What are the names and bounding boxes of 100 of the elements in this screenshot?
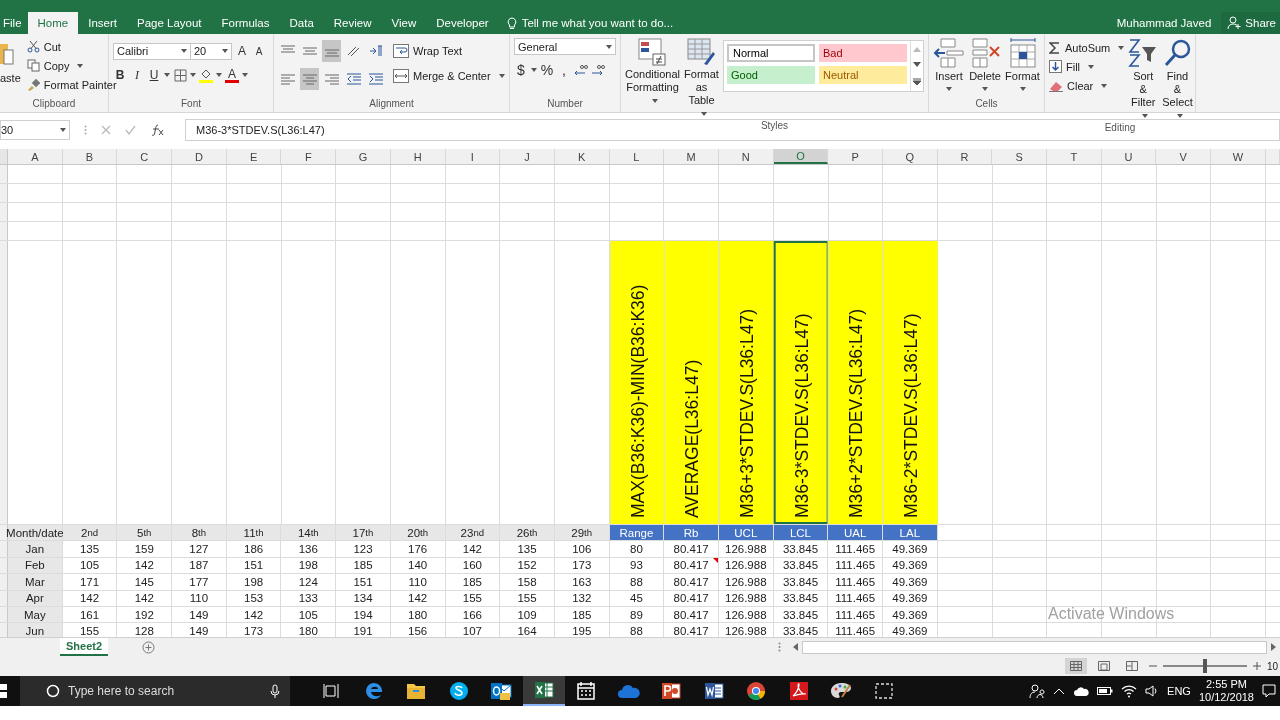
- column-header[interactable]: F: [281, 149, 337, 164]
- row-header[interactable]: [0, 525, 8, 541]
- column-header[interactable]: G: [336, 149, 391, 164]
- column-header[interactable]: N: [718, 149, 774, 164]
- ribbon-tab[interactable]: View: [381, 12, 427, 34]
- delete-cells-button[interactable]: Delete: [969, 38, 1002, 98]
- borders-button[interactable]: [173, 66, 187, 84]
- clock-time[interactable]: 2:55 PM: [1206, 678, 1247, 691]
- ribbon-tab[interactable]: File: [0, 12, 28, 34]
- column-header[interactable]: L: [609, 149, 665, 164]
- formula-cell[interactable]: M36+2*STDEV.S(L36:L47): [828, 241, 883, 524]
- formula-cell[interactable]: MAX(B36:K36)-MIN(B36:K36): [609, 241, 665, 524]
- ribbon-tab[interactable]: Home: [27, 12, 79, 34]
- ribbon-tab[interactable]: Insert: [78, 12, 127, 34]
- cell-style-option[interactable]: Bad: [819, 44, 907, 62]
- battery-icon[interactable]: [1097, 686, 1114, 696]
- merge-center-button[interactable]: Merge & Center: [393, 67, 505, 84]
- pdf-app-icon: [788, 681, 809, 701]
- ribbon-tab[interactable]: Data: [279, 12, 324, 34]
- grow-font-button[interactable]: A: [235, 42, 249, 60]
- ribbon-tab[interactable]: Page Layout: [127, 12, 212, 34]
- column-header[interactable]: P: [828, 149, 883, 164]
- number-format-field[interactable]: General: [514, 38, 616, 55]
- column-header[interactable]: I: [445, 149, 501, 164]
- format-cells-button[interactable]: Format: [1005, 38, 1040, 98]
- splitter-handle-icon[interactable]: [778, 642, 781, 652]
- font-size-field[interactable]: 20: [190, 42, 232, 60]
- scroll-down-icon[interactable]: [913, 62, 921, 68]
- zoom-in-icon[interactable]: [1252, 662, 1261, 670]
- currency-button[interactable]: $: [514, 61, 528, 79]
- normal-view-button[interactable]: [1064, 658, 1087, 674]
- column-header[interactable]: A: [8, 149, 63, 164]
- ribbon-tab[interactable]: Review: [323, 12, 382, 34]
- fill-button[interactable]: Fill: [1049, 58, 1125, 75]
- ribbon-tab[interactable]: Formulas: [211, 12, 280, 34]
- ribbon-tab[interactable]: Developer: [426, 12, 499, 34]
- column-header[interactable]: T: [1047, 149, 1102, 164]
- wrap-text-button[interactable]: Wrap Text: [393, 42, 505, 59]
- cloud-icon[interactable]: [1073, 685, 1090, 697]
- more-icon[interactable]: [913, 78, 921, 86]
- paste-button[interactable]: aste: [0, 38, 21, 98]
- underline-button[interactable]: U: [147, 66, 161, 84]
- column-header[interactable]: E: [226, 149, 282, 164]
- cell-style-option[interactable]: Neutral: [819, 66, 907, 84]
- taskbar-button[interactable]: [522, 676, 565, 706]
- speaker-icon[interactable]: [1145, 684, 1160, 698]
- font-name-field[interactable]: Calibri: [113, 42, 191, 60]
- add-sheet-icon[interactable]: [142, 640, 156, 654]
- formula-cell[interactable]: M36-3*STDEV.S(L36:L47): [773, 241, 829, 524]
- cell-style-option[interactable]: Good: [727, 66, 815, 84]
- microphone-icon[interactable]: [270, 683, 280, 699]
- sort-filter-button[interactable]: Sort & Filter: [1128, 38, 1159, 122]
- column-header[interactable]: K: [554, 149, 610, 164]
- column-header[interactable]: R: [937, 149, 993, 164]
- italic-button[interactable]: I: [130, 66, 144, 84]
- name-box[interactable]: 30: [0, 120, 70, 140]
- column-header[interactable]: M: [664, 149, 719, 164]
- language-indicator[interactable]: ENG: [1167, 685, 1191, 697]
- find-select-button[interactable]: Find & Select: [1162, 38, 1193, 122]
- column-header[interactable]: W: [1211, 149, 1266, 164]
- column-header[interactable]: D: [172, 149, 227, 164]
- check-icon[interactable]: [125, 125, 136, 135]
- scroll-left-icon[interactable]: [792, 643, 798, 651]
- wifi-icon[interactable]: [1121, 684, 1138, 698]
- formula-cell[interactable]: M36-2*STDEV.S(L36:L47): [883, 241, 938, 524]
- column-header[interactable]: S: [992, 149, 1048, 164]
- user-name[interactable]: Muhammad Javed: [1116, 17, 1212, 29]
- tell-me-search[interactable]: Tell me what you want to do...: [506, 12, 674, 34]
- clear-button[interactable]: Clear: [1049, 77, 1125, 94]
- column-header[interactable]: U: [1101, 149, 1157, 164]
- function-icon[interactable]: [150, 124, 164, 136]
- column-header[interactable]: B: [62, 149, 118, 164]
- font-color-button[interactable]: A: [225, 67, 239, 83]
- column-header[interactable]: V: [1156, 149, 1212, 164]
- autosum-button[interactable]: AutoSum: [1049, 39, 1125, 56]
- zoom-level-text[interactable]: 10: [1266, 660, 1278, 672]
- column-header[interactable]: H: [390, 149, 446, 164]
- clock-date[interactable]: 10/12/2018: [1198, 691, 1254, 704]
- format-as-table-button[interactable]: Format as Table: [684, 38, 719, 120]
- shrink-font-button[interactable]: A: [252, 42, 266, 60]
- column-header[interactable]: C: [117, 149, 173, 164]
- notification-icon[interactable]: [1262, 684, 1276, 698]
- windows-logo-icon[interactable]: [0, 683, 8, 699]
- cell-style-option[interactable]: Normal: [727, 44, 815, 62]
- insert-cells-button[interactable]: Insert: [933, 38, 966, 98]
- comma-button[interactable]: ,: [557, 61, 571, 79]
- column-header[interactable]: Q: [883, 149, 938, 164]
- scroll-right-icon[interactable]: [1271, 643, 1277, 651]
- formula-cell[interactable]: M36+3*STDEV.S(L36:L47): [718, 241, 774, 524]
- percent-button[interactable]: %: [540, 61, 554, 79]
- zoom-thumb[interactable]: [1202, 659, 1207, 673]
- share-button[interactable]: Share: [1221, 12, 1280, 34]
- people-icon[interactable]: [1029, 683, 1046, 699]
- column-header[interactable]: J: [500, 149, 555, 164]
- formula-cell[interactable]: AVERAGE(L36:L47): [664, 241, 719, 524]
- conditional-formatting-button[interactable]: Conditional Formatting: [625, 38, 681, 120]
- chevron-up-icon[interactable]: [1053, 687, 1066, 695]
- taskbar-search-field[interactable]: Type here to search: [20, 676, 290, 706]
- sheet-tab[interactable]: Sheet2: [60, 638, 109, 656]
- column-header[interactable]: O: [773, 149, 829, 164]
